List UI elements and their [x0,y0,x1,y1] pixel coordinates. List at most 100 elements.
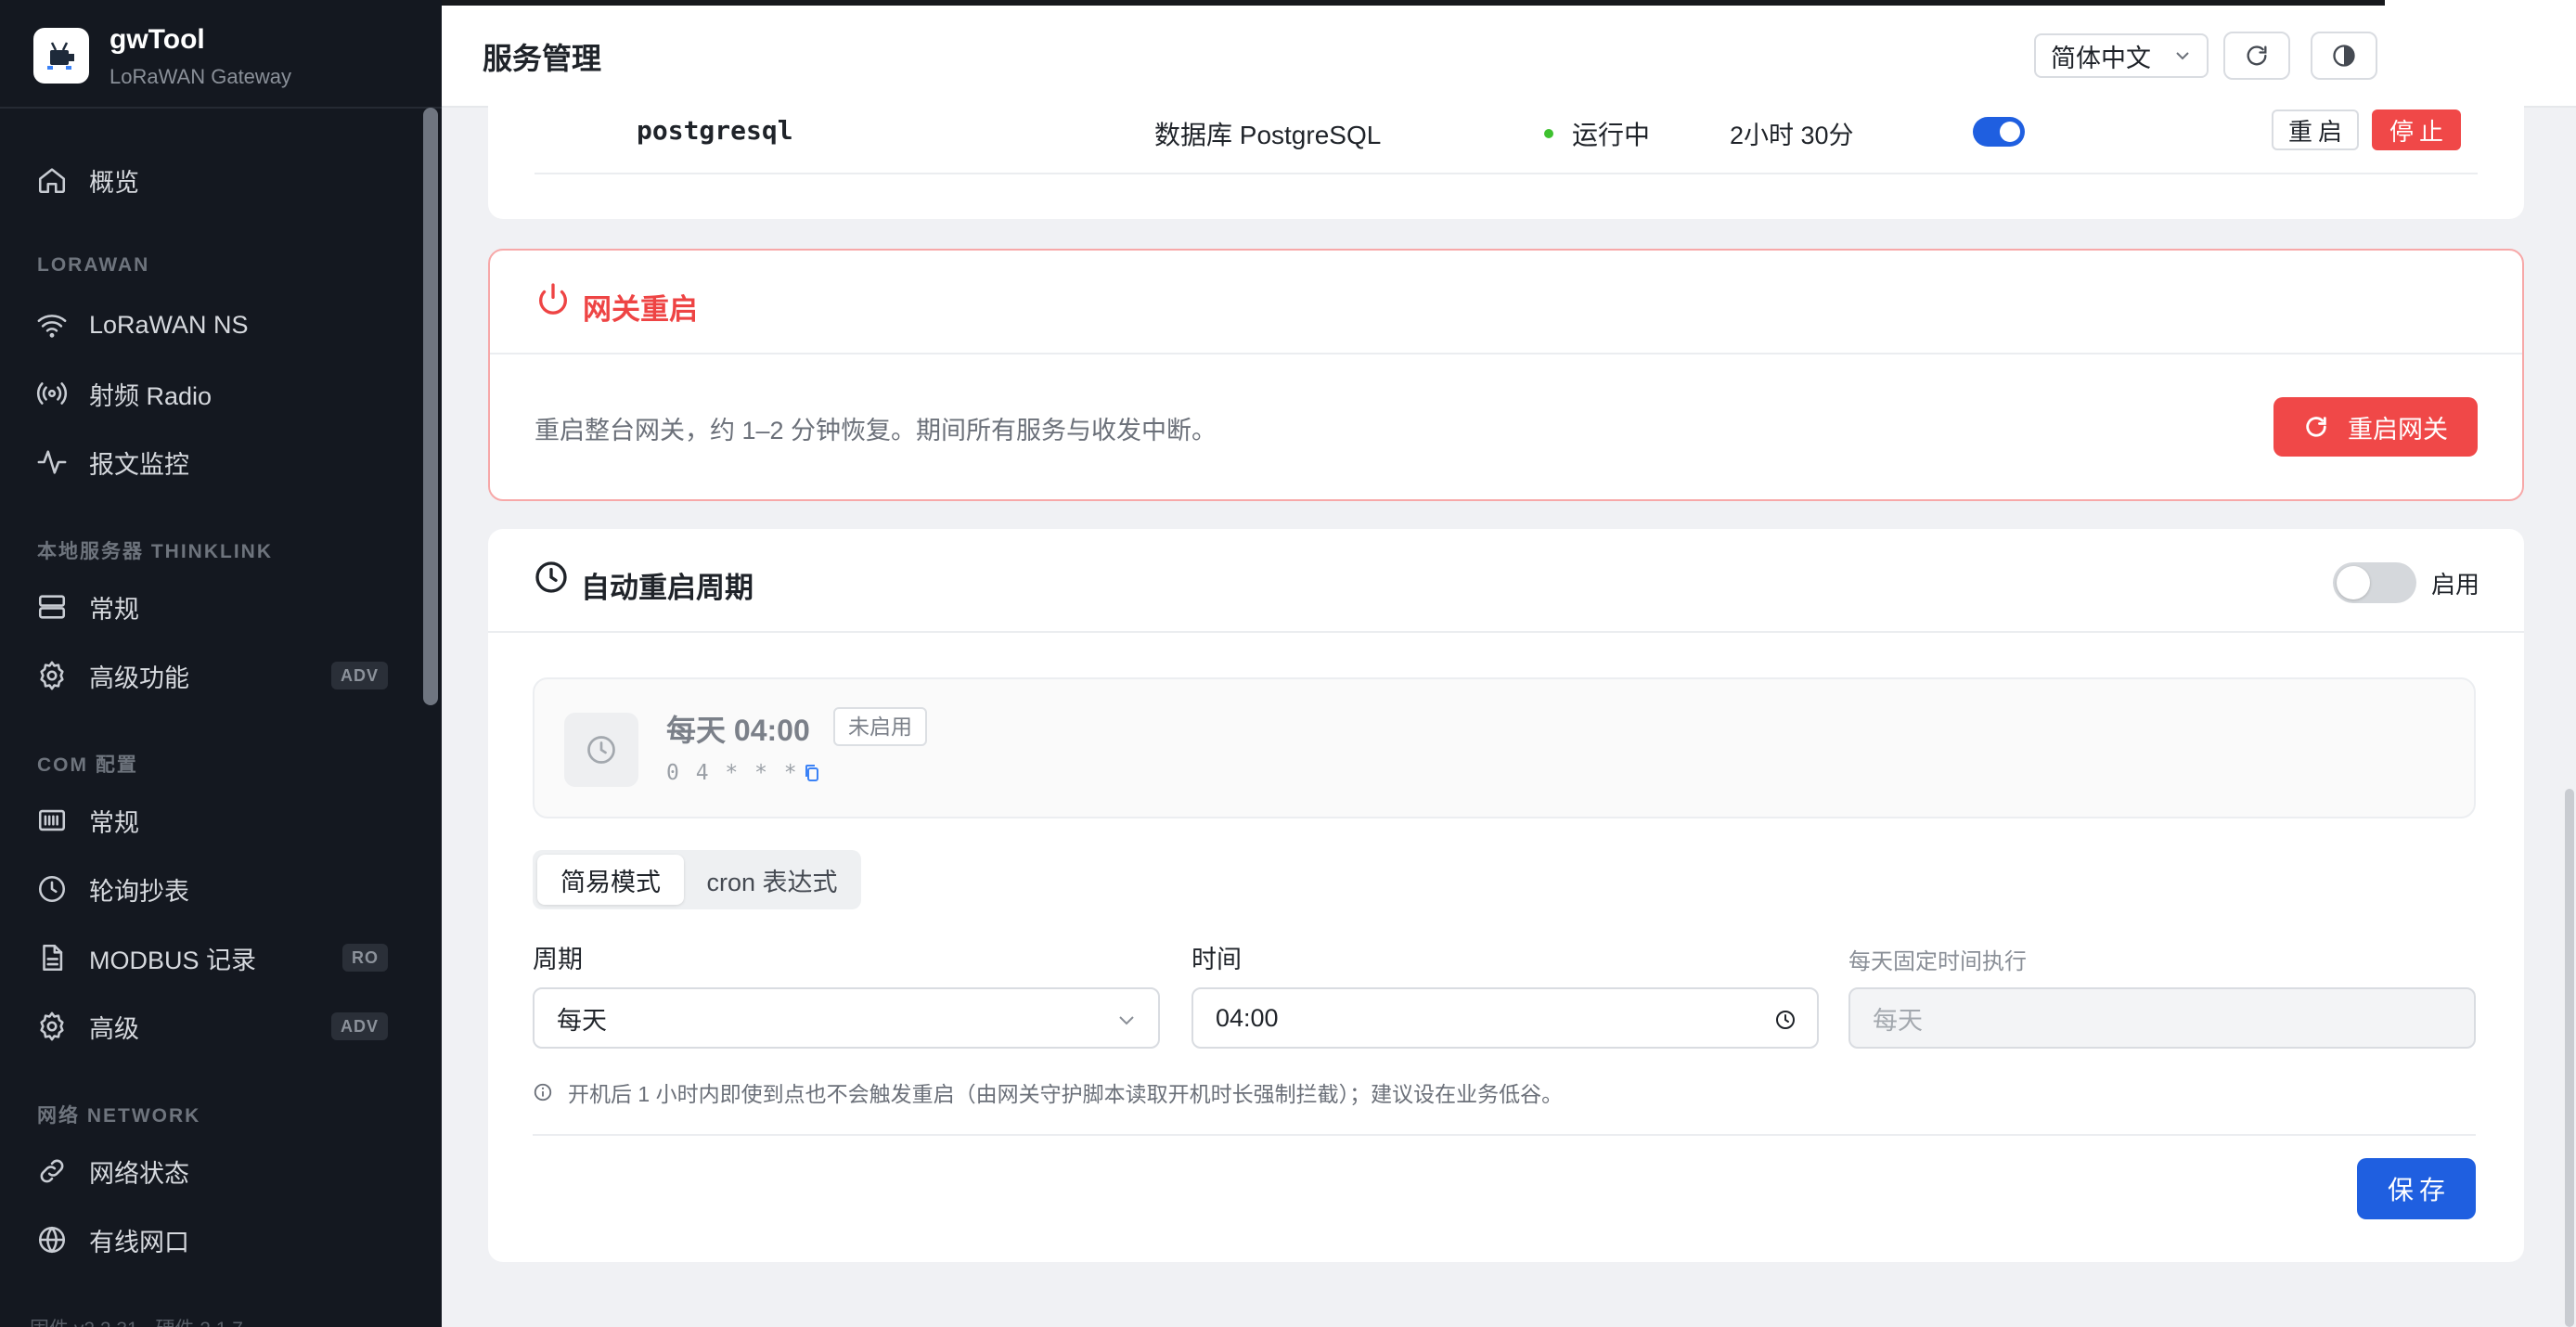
service-name: postgresql [637,115,793,146]
status-badge: 未启用 [833,707,927,746]
sidebar-item-radio[interactable]: 射频 Radio [35,375,388,412]
service-status: 运行中 [1544,115,1650,152]
section-label-thinklink: 本地服务器 THINKLINK [37,541,273,562]
sidebar-item-label: 射频 Radio [89,381,213,410]
service-list-card: postgresql 数据库 PostgreSQL 运行中 2小时 30分 重启… [488,93,2524,219]
sidebar-item-lorawan-ns[interactable]: LoRaWAN NS [35,306,388,343]
gear-icon [35,659,69,692]
card-title: 自动重启周期 [581,572,753,604]
time-value: 04:00 [1216,1003,1279,1032]
sidebar-item-label: 常规 [89,808,139,837]
reboot-gateway-label: 重启网关 [2348,415,2448,444]
card-header: 自动重启周期 启用 [488,529,2524,633]
period-label: 周期 [533,946,583,973]
info-icon [534,1083,552,1102]
clock-icon [535,561,567,593]
sidebar-item-com-general[interactable]: 常规 [35,802,388,839]
chevron-down-icon [1119,1016,1134,1025]
schedule-text: 每天 04:00 [666,714,810,747]
sidebar-item-label: 高级 [89,1014,139,1043]
refresh-icon [2306,417,2326,437]
language-select[interactable]: 简体中文 [2034,33,2209,78]
ro-badge: RO [342,944,388,972]
time-input[interactable]: 04:00 [1191,987,1819,1049]
daily-fixed-label: 每天固定时间执行 [1848,949,2027,974]
sidebar-item-label: MODBUS 记录 [89,946,257,974]
section-label-com: COM 配置 [37,754,138,776]
adv-badge: ADV [330,1012,388,1040]
sidebar-item-overview[interactable]: 概览 [35,161,388,199]
stop-service-button[interactable]: 停止 [2372,110,2461,150]
sidebar-item-modbus-log[interactable]: MODBUS 记录 RO [35,939,388,976]
auto-reboot-card: 自动重启周期 启用 每天 04:00 未启用 0 4 * * * 简易模式 cr… [488,529,2524,1262]
sidebar-item-label: 概览 [89,168,139,197]
wifi-icon [35,308,69,341]
pulse-icon [35,445,69,479]
brand[interactable]: gwTool LoRaWAN Gateway [0,0,442,109]
gear-icon [35,1010,69,1043]
sidebar-item-com-advanced[interactable]: 高级 ADV [35,1008,388,1045]
auto-reboot-toggle[interactable] [2332,562,2416,603]
hint-text: 开机后 1 小时内即使到点也不会触发重启（由网关守护脚本读取开机时长强制拦截）；… [568,1082,1564,1106]
contrast-icon [2333,45,2355,67]
sidebar-item-label: 轮询抄表 [89,877,189,906]
copy-icon[interactable] [803,763,821,783]
cron-text: 0 4 * * * [666,761,799,785]
sidebar-item-label: 常规 [89,595,139,624]
sidebar-item-thinklink-general[interactable]: 常规 [35,588,388,625]
header-top-line [442,0,2385,6]
restart-service-button[interactable]: 重启 [2272,110,2359,150]
sidebar-item-label: 网络状态 [89,1159,189,1188]
sidebar-item-label: 报文监控 [89,450,189,479]
card-header: 网关重启 [490,251,2522,354]
link-icon [35,1154,69,1188]
sidebar: gwTool LoRaWAN Gateway 概览 LORAWAN LoRaWA… [0,0,442,1327]
status-text: 运行中 [1572,121,1651,149]
tab-cron-mode[interactable]: cron 表达式 [689,855,856,905]
period-value: 每天 [557,1006,607,1035]
service-enable-toggle[interactable] [1973,117,2025,147]
schedule-summary: 每天 04:00 未启用 0 4 * * * [533,677,2476,818]
sidebar-item-polling[interactable]: 轮询抄表 [35,870,388,908]
page-scrollbar[interactable] [2565,789,2574,1327]
row-divider [535,173,2478,174]
mode-segmented-control: 简易模式 cron 表达式 [533,850,861,909]
enable-switch[interactable]: 启用 [2332,562,2479,603]
card-title: 网关重启 [583,293,698,326]
sidebar-item-ethernet[interactable]: 有线网口 [35,1221,388,1258]
adv-badge: ADV [330,662,388,689]
cron-expression: 0 4 * * * [666,761,821,785]
app-name: gwTool [109,24,205,55]
refresh-icon [2247,45,2267,66]
sidebar-scrollbar[interactable] [423,108,438,705]
service-uptime: 2小时 30分 [1730,122,1854,149]
sidebar-item-network-status[interactable]: 网络状态 [35,1153,388,1190]
status-dot-icon [1544,129,1553,138]
server-icon [35,590,69,624]
theme-toggle-button[interactable] [2311,32,2377,80]
period-select[interactable]: 每天 [533,987,1160,1049]
page-title: 服务管理 [483,42,602,75]
clock-icon [35,872,69,906]
document-icon [35,941,69,974]
reboot-gateway-button[interactable]: 重启网关 [2273,397,2478,457]
refresh-button[interactable] [2223,32,2290,80]
language-value: 简体中文 [2051,44,2151,72]
sidebar-item-thinklink-advanced[interactable]: 高级功能 ADV [35,657,388,694]
service-description: 数据库 PostgreSQL [1154,121,1382,149]
reboot-description: 重启整台网关，约 1–2 分钟恢复。期间所有服务与收发中断。 [535,417,1217,444]
daily-fixed-placeholder: 每天 [1873,1006,1923,1035]
sidebar-item-packet-monitor[interactable]: 报文监控 [35,444,388,481]
save-button[interactable]: 保存 [2357,1158,2476,1219]
app-subtitle: LoRaWAN Gateway [109,65,292,88]
sidebar-item-label: LoRaWAN NS [89,310,249,339]
time-label: 时间 [1191,946,1242,973]
divider [533,1134,2476,1136]
section-label-network: 网络 NETWORK [37,1105,201,1127]
top-header: 服务管理 简体中文 [442,0,2576,108]
daily-fixed-field: 每天 [1848,987,2476,1049]
section-label-lorawan: LORAWAN [37,254,150,276]
gateway-reboot-card: 网关重启 重启整台网关，约 1–2 分钟恢复。期间所有服务与收发中断。 重启网关 [488,249,2524,501]
firmware-version: 固件 v2.2.31 · 硬件 2.1.7 [30,1314,243,1327]
tab-simple-mode[interactable]: 简易模式 [537,855,684,905]
